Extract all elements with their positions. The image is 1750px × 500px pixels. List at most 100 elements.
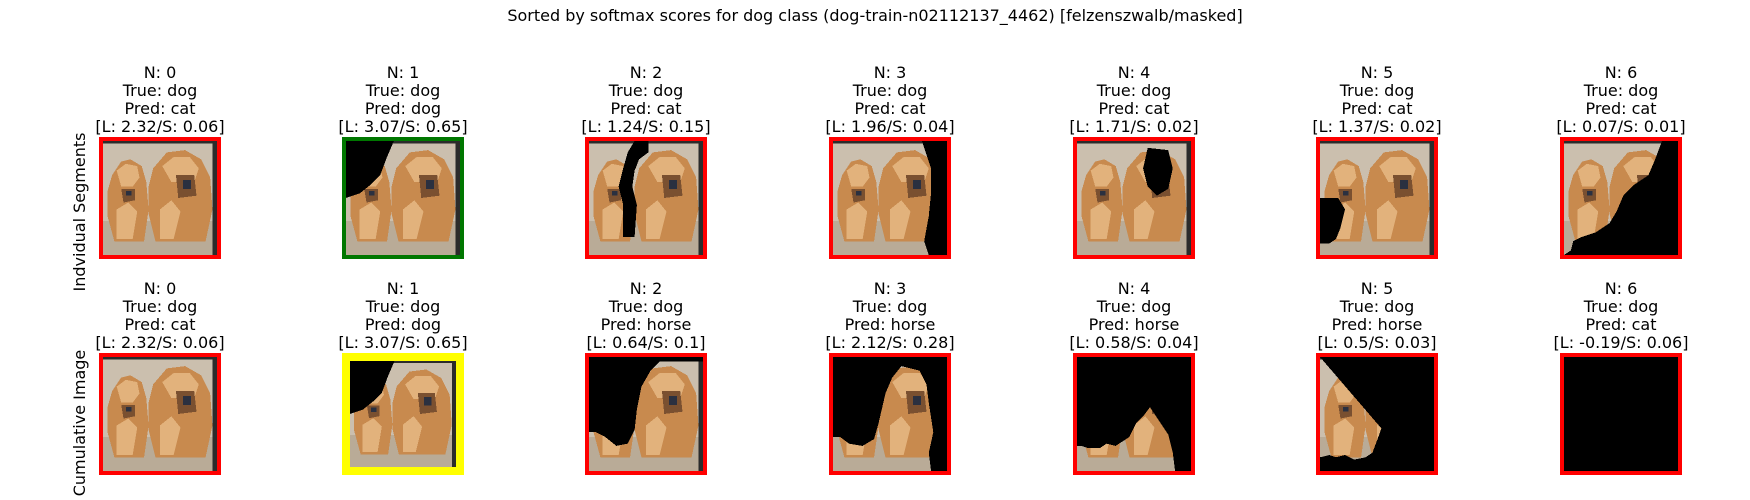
panel-title-score: [L: 0.5/S: 0.03] xyxy=(1317,333,1437,352)
right-dog-nose xyxy=(912,179,921,189)
panel-title-score: [L: 2.32/S: 0.06] xyxy=(95,117,225,136)
panel-title-true: True: dog xyxy=(608,297,684,316)
panel-title-n: N: 5 xyxy=(1360,63,1394,82)
dog-image xyxy=(1564,141,1678,255)
panel-title-n: N: 3 xyxy=(873,279,907,298)
figure: Sorted by softmax scores for dog class (… xyxy=(0,0,1750,500)
left-dog-nose xyxy=(1586,191,1593,196)
panel-title: N: 2 True: dog Pred: horse [L: 0.64/S: 0.1] xyxy=(516,280,776,352)
image-right-edge xyxy=(1429,141,1434,255)
panel-title-pred: Pred: cat xyxy=(1585,99,1657,118)
panel-title: N: 0 True: dog Pred: cat [L: 2.32/S: 0.06] xyxy=(30,280,290,352)
panel-image xyxy=(1560,137,1682,259)
panel-title: N: 6 True: dog Pred: cat [L: 0.07/S: 0.01] xyxy=(1491,64,1750,136)
dog-image xyxy=(1077,357,1191,471)
image-right-edge xyxy=(698,141,703,255)
panel-title-true: True: dog xyxy=(608,81,684,100)
panel-title-pred: Pred: horse xyxy=(1088,315,1180,334)
dog-image xyxy=(589,357,703,471)
panel-title-score: [L: 0.58/S: 0.04] xyxy=(1069,333,1199,352)
panel-title-score: [L: 1.24/S: 0.15] xyxy=(581,117,711,136)
panel-image xyxy=(342,137,464,259)
panel-title-true: True: dog xyxy=(122,81,198,100)
panel-title: N: 1 True: dog Pred: dog [L: 3.07/S: 0.65] xyxy=(273,64,533,136)
panel-title-n: N: 4 xyxy=(1117,279,1151,298)
image-right-edge xyxy=(212,357,217,471)
panel-title-pred: Pred: horse xyxy=(844,315,936,334)
panel-title-pred: Pred: cat xyxy=(610,99,682,118)
panel-title-score: [L: 1.37/S: 0.02] xyxy=(1312,117,1442,136)
panel-title-score: [L: 2.12/S: 0.28] xyxy=(825,333,955,352)
dog-image xyxy=(833,141,947,255)
left-dog-nose xyxy=(1099,191,1106,196)
panel-title-score: [L: 1.96/S: 0.04] xyxy=(825,117,955,136)
panel-title-n: N: 6 xyxy=(1604,63,1638,82)
panel-title-pred: Pred: cat xyxy=(1098,99,1170,118)
panel-title-n: N: 0 xyxy=(143,279,177,298)
panel-title: N: 4 True: dog Pred: horse [L: 0.58/S: 0.04… xyxy=(1004,280,1264,352)
panel-title-true: True: dog xyxy=(1583,81,1659,100)
row-label-individual: Indvidual Segments xyxy=(70,132,89,292)
left-dog-muzzle xyxy=(366,405,380,419)
panel-image xyxy=(585,353,707,475)
panel-title-pred: Pred: dog xyxy=(364,315,442,334)
right-dog-nose xyxy=(668,395,677,405)
dog-image xyxy=(103,357,217,471)
dog-image xyxy=(589,141,703,255)
left-dog-nose xyxy=(1342,191,1349,196)
image-top-edge xyxy=(1077,141,1191,144)
panel-title-score: [L: 1.71/S: 0.02] xyxy=(1069,117,1199,136)
panel-title: N: 0 True: dog Pred: cat [L: 2.32/S: 0.06] xyxy=(30,64,290,136)
dog-image xyxy=(350,361,456,467)
panel-title-true: True: dog xyxy=(1096,81,1172,100)
panel-title-pred: Pred: dog xyxy=(364,99,442,118)
panel-title-true: True: dog xyxy=(122,297,198,316)
dog-image xyxy=(1320,141,1434,255)
panel-title: N: 5 True: dog Pred: horse [L: 0.5/S: 0.03] xyxy=(1247,280,1507,352)
panel-image xyxy=(829,353,951,475)
panel-title-pred: Pred: cat xyxy=(124,315,196,334)
panel-title-n: N: 4 xyxy=(1117,63,1151,82)
panel-title: N: 3 True: dog Pred: cat [L: 1.96/S: 0.04] xyxy=(760,64,1020,136)
image-top-edge xyxy=(1564,141,1678,144)
dog-image xyxy=(1564,357,1678,471)
panel-image xyxy=(829,137,951,259)
image-right-edge xyxy=(698,357,703,471)
panel-title-pred: Pred: cat xyxy=(124,99,196,118)
left-dog-nose xyxy=(125,407,132,412)
panel-title-pred: Pred: horse xyxy=(600,315,692,334)
image-top-edge xyxy=(1320,141,1434,144)
panel-image xyxy=(99,137,221,259)
left-dog-nose xyxy=(125,191,132,196)
panel-title: N: 6 True: dog Pred: cat [L: -0.19/S: 0.06] xyxy=(1491,280,1750,352)
dog-image xyxy=(833,357,947,471)
dog-image xyxy=(1077,141,1191,255)
panel-title-n: N: 1 xyxy=(386,279,420,298)
panel-title-score: [L: 0.64/S: 0.1] xyxy=(586,333,706,352)
panel-title-n: N: 6 xyxy=(1604,279,1638,298)
panel-title-pred: Pred: cat xyxy=(1341,99,1413,118)
panel-title-n: N: 0 xyxy=(143,63,177,82)
panel-title-true: True: dog xyxy=(365,297,441,316)
panel-image xyxy=(585,137,707,259)
panel-image xyxy=(1560,353,1682,475)
panel-title-pred: Pred: horse xyxy=(1331,315,1423,334)
panel-title-true: True: dog xyxy=(852,297,928,316)
panel-title: N: 2 True: dog Pred: cat [L: 1.24/S: 0.15] xyxy=(516,64,776,136)
panel-title-true: True: dog xyxy=(1096,297,1172,316)
panel-image xyxy=(342,353,464,475)
right-dog-nose xyxy=(668,179,677,189)
panel-title-true: True: dog xyxy=(1339,81,1415,100)
panel-title-true: True: dog xyxy=(1583,297,1659,316)
left-dog-nose xyxy=(1342,407,1349,412)
panel-title-n: N: 1 xyxy=(386,63,420,82)
panel-title-score: [L: -0.19/S: 0.06] xyxy=(1553,333,1689,352)
panel-title-n: N: 2 xyxy=(629,279,663,298)
image-right-edge xyxy=(455,141,460,255)
panel-image xyxy=(1316,137,1438,259)
right-dog-nose xyxy=(424,397,432,406)
image-right-edge xyxy=(451,361,456,467)
panel-title-n: N: 3 xyxy=(873,63,907,82)
panel-title-true: True: dog xyxy=(1339,297,1415,316)
panel-title-score: [L: 3.07/S: 0.65] xyxy=(338,333,468,352)
